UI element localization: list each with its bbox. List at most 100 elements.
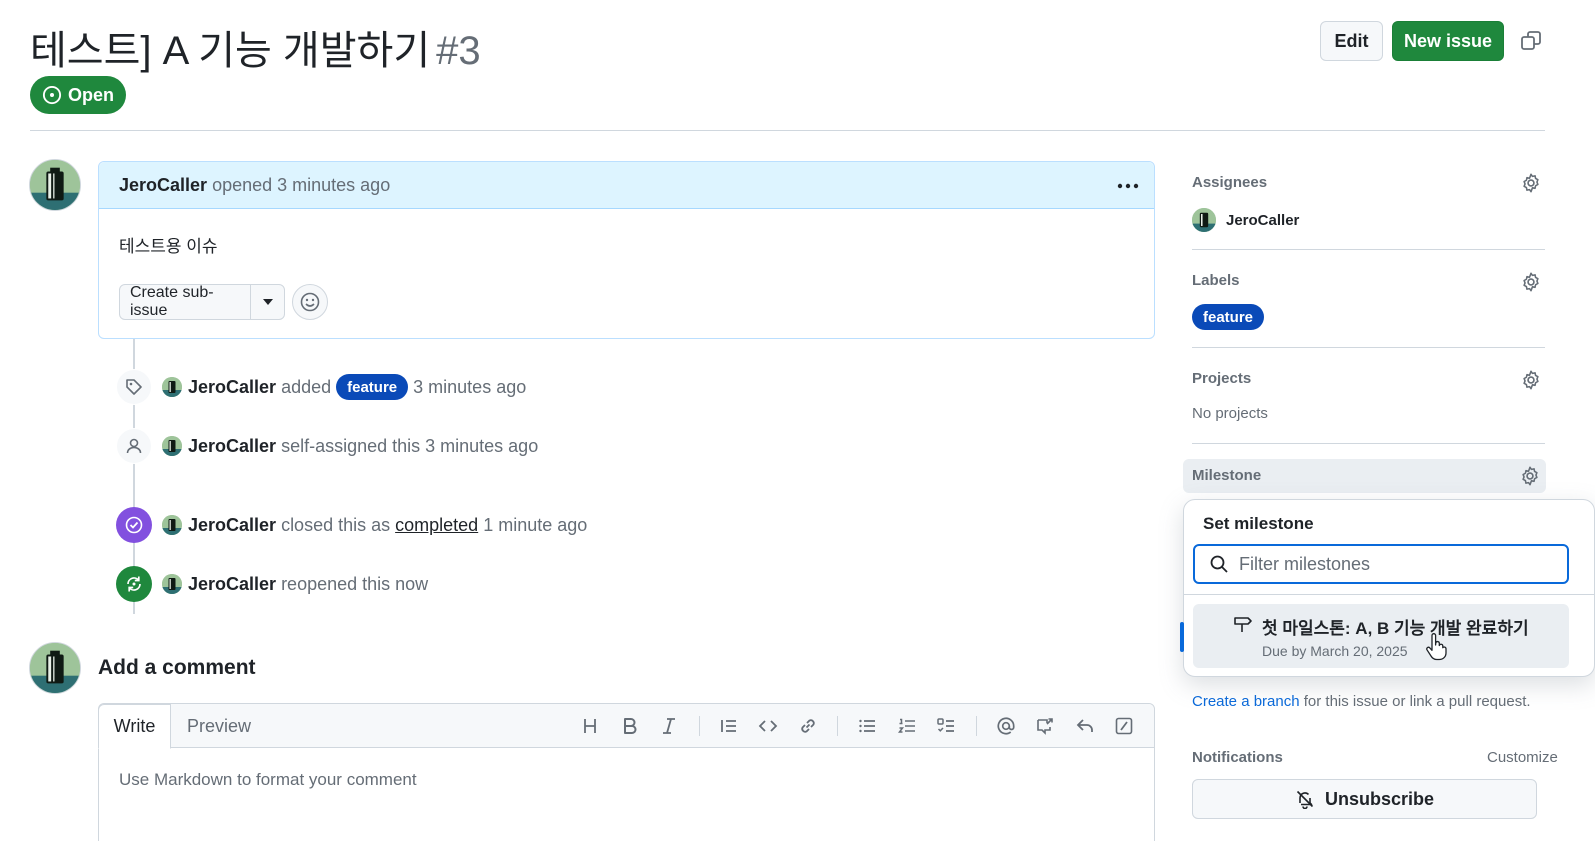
sidebar-divider xyxy=(1192,443,1545,444)
milestone-icon xyxy=(1234,617,1252,632)
italic-button[interactable] xyxy=(650,710,690,742)
projects-gear-icon[interactable] xyxy=(1520,369,1542,391)
issue-title-text: 테스트] A 기능 개발하기 xyxy=(30,29,431,73)
task-list-button[interactable] xyxy=(927,710,967,742)
timeline-event-assigned: JeroCaller self-assigned this 3 minutes … xyxy=(116,428,538,464)
labels-gear-icon[interactable] xyxy=(1520,271,1542,293)
avatar-battery-icon xyxy=(30,643,80,693)
event-user-avatar[interactable] xyxy=(162,574,182,594)
event-user-link[interactable]: JeroCaller xyxy=(188,515,276,536)
slash-command-icon xyxy=(1115,717,1133,735)
event-text: reopened this now xyxy=(281,573,429,594)
tab-write[interactable]: Write xyxy=(98,704,171,749)
italic-icon xyxy=(663,718,676,734)
quote-button[interactable] xyxy=(709,710,749,742)
person-icon xyxy=(116,428,152,464)
completed-link[interactable]: completed xyxy=(395,515,478,536)
saved-replies-button[interactable] xyxy=(1065,710,1105,742)
milestone-option-name: 첫 마일스톤: A, B 기능 개발 완료하기 xyxy=(1262,619,1529,638)
event-text: added xyxy=(281,376,332,397)
tab-preview[interactable]: Preview xyxy=(187,704,251,748)
event-user-avatar[interactable] xyxy=(162,377,182,397)
edit-button[interactable]: Edit xyxy=(1320,21,1383,61)
link-button[interactable] xyxy=(788,710,828,742)
projects-heading: Projects xyxy=(1192,370,1252,387)
mention-button[interactable] xyxy=(986,710,1026,742)
sidebar-divider xyxy=(1192,249,1545,250)
hand-pointer-cursor-icon xyxy=(1426,633,1447,661)
notifications-heading: Notifications xyxy=(1192,749,1283,766)
reference-button[interactable] xyxy=(1026,710,1066,742)
avatar-battery-icon xyxy=(30,160,80,210)
create-sub-issue-button-group: Create sub-issue xyxy=(119,284,285,320)
create-sub-issue-button[interactable]: Create sub-issue xyxy=(120,284,251,319)
milestone-section-button[interactable]: Milestone xyxy=(1183,459,1546,493)
heading-button[interactable] xyxy=(571,710,611,742)
issue-state-badge: Open xyxy=(30,76,126,114)
create-branch-link[interactable]: Create a branch xyxy=(1192,693,1300,710)
event-user-link[interactable]: JeroCaller xyxy=(188,377,276,398)
assignees-gear-icon[interactable] xyxy=(1520,172,1542,194)
cross-reference-icon xyxy=(1037,718,1054,735)
create-sub-issue-dropdown[interactable] xyxy=(251,299,284,305)
unsubscribe-button[interactable]: Unsubscribe xyxy=(1192,779,1537,819)
customize-notifications-link[interactable]: Customize xyxy=(1487,749,1558,766)
assignee-name[interactable]: JeroCaller xyxy=(1226,212,1299,229)
event-text: closed this as xyxy=(281,514,391,535)
triangle-down-icon xyxy=(262,299,273,305)
sidebar-labels: feature xyxy=(1192,304,1265,330)
unsubscribe-label: Unsubscribe xyxy=(1324,788,1435,809)
assignees-heading: Assignees xyxy=(1192,174,1268,191)
sidebar-divider xyxy=(1192,347,1545,348)
assignee-item[interactable]: JeroCaller xyxy=(1192,208,1299,232)
timeline-event-reopened: JeroCaller reopened this now xyxy=(116,566,428,602)
tasklist-icon xyxy=(937,718,955,732)
event-user-link[interactable]: JeroCaller xyxy=(188,436,276,457)
bold-button[interactable] xyxy=(610,710,650,742)
list-unordered-icon xyxy=(859,719,876,733)
current-user-avatar[interactable] xyxy=(29,642,81,694)
comment-editor: Write Preview Use Markdown to format you… xyxy=(98,703,1155,841)
unordered-list-button[interactable] xyxy=(848,710,888,742)
event-user-avatar[interactable] xyxy=(162,436,182,456)
issue-closed-icon xyxy=(116,507,152,543)
code-button[interactable] xyxy=(749,710,789,742)
labels-heading: Labels xyxy=(1192,272,1240,289)
assignee-avatar xyxy=(1192,208,1216,232)
sidebar-feature-label[interactable]: feature xyxy=(1192,304,1265,330)
search-icon xyxy=(1210,555,1228,573)
timeline-event-labeled: JeroCaller added feature 3 minutes ago xyxy=(116,369,526,405)
development-text: Create a branch for this issue or link a… xyxy=(1192,693,1531,710)
filter-placeholder: Filter milestones xyxy=(1239,553,1371,574)
add-reaction-button[interactable] xyxy=(292,284,328,320)
slash-commands-button[interactable] xyxy=(1105,710,1145,742)
issue-open-icon xyxy=(42,85,62,105)
event-user-link[interactable]: JeroCaller xyxy=(188,574,276,595)
feature-label[interactable]: feature xyxy=(336,374,409,400)
quote-icon xyxy=(720,720,736,732)
smiley-icon xyxy=(300,292,320,312)
no-projects-text: No projects xyxy=(1192,405,1268,422)
comment-textarea[interactable]: Use Markdown to format your comment xyxy=(119,770,417,790)
tag-icon xyxy=(116,369,152,405)
milestone-gear-icon[interactable] xyxy=(1519,465,1541,487)
event-text: self-assigned this 3 minutes ago xyxy=(281,435,539,456)
issue-opened-meta: opened 3 minutes ago xyxy=(212,174,391,195)
add-comment-heading: Add a comment xyxy=(98,656,256,679)
active-item-indicator xyxy=(1180,622,1184,652)
development-description: for this issue or link a pull request. xyxy=(1303,693,1531,710)
filter-milestones-input[interactable]: Filter milestones xyxy=(1193,544,1569,584)
ordered-list-button[interactable] xyxy=(887,710,927,742)
list-ordered-icon xyxy=(897,718,915,733)
header-divider xyxy=(30,130,1545,131)
event-user-avatar[interactable] xyxy=(162,515,182,535)
copy-link-icon[interactable] xyxy=(1519,29,1543,53)
toolbar-separator xyxy=(828,710,848,742)
milestone-option-due: Due by March 20, 2025 xyxy=(1262,643,1408,659)
milestone-option[interactable]: 첫 마일스톤: A, B 기능 개발 완료하기 Due by March 20,… xyxy=(1193,604,1569,668)
issue-author-link[interactable]: JeroCaller xyxy=(119,175,207,196)
more-options-button[interactable] xyxy=(1114,172,1142,200)
author-avatar[interactable] xyxy=(29,159,81,211)
new-issue-button[interactable]: New issue xyxy=(1392,21,1504,61)
popover-divider xyxy=(1184,594,1594,595)
